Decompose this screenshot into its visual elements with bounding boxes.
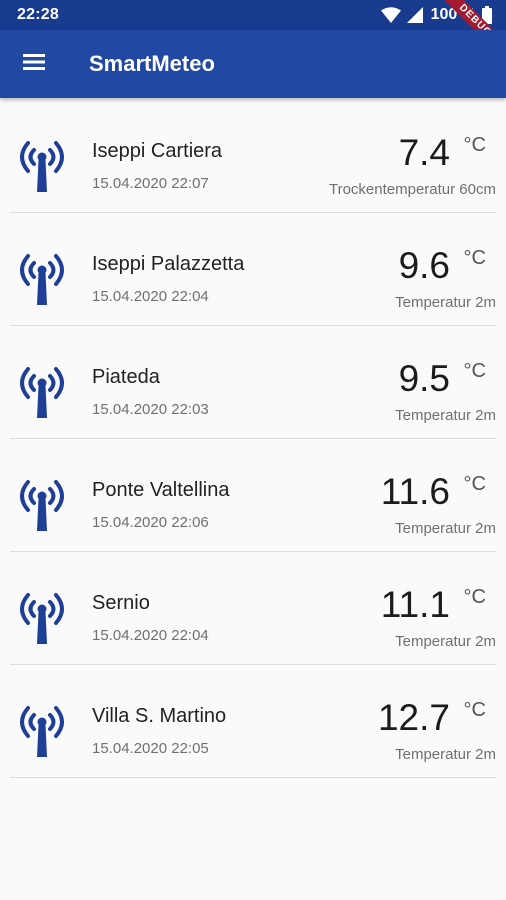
station-sensor: Temperatur 2m	[395, 746, 496, 763]
station-name: Villa S. Martino	[92, 705, 227, 727]
antenna-icon	[14, 475, 70, 535]
station-date: 15.04.2020 22:06	[92, 514, 209, 531]
wifi-icon	[380, 7, 401, 23]
station-sensor: Trockentemperatur 60cm	[328, 181, 496, 198]
station-name: Iseppi Cartiera	[92, 140, 223, 162]
station-sensor: Temperatur 2m	[395, 407, 496, 424]
station-temperature-unit: °C	[463, 586, 486, 608]
station-row[interactable]: Iseppi Cartiera 15.04.2020 22:07 7.4 °C …	[10, 100, 496, 213]
station-temperature: 9.6	[398, 245, 450, 286]
station-sensor: Temperatur 2m	[395, 294, 496, 311]
status-bar: 22:28 100 % DEBUG	[0, 0, 506, 72]
station-name: Iseppi Palazzetta	[92, 253, 245, 275]
station-temperature-unit: °C	[463, 473, 486, 495]
station-date: 15.04.2020 22:03	[92, 401, 209, 418]
station-date: 15.04.2020 22:04	[92, 288, 209, 305]
station-temperature: 12.7	[377, 697, 450, 738]
station-temperature-unit: °C	[463, 699, 486, 721]
station-list: Iseppi Cartiera 15.04.2020 22:07 7.4 °C …	[0, 100, 506, 778]
station-date: 15.04.2020 22:07	[92, 175, 209, 192]
menu-icon	[22, 52, 46, 77]
station-date: 15.04.2020 22:05	[92, 740, 209, 757]
station-temperature-unit: °C	[463, 360, 486, 382]
station-sensor: Temperatur 2m	[395, 520, 496, 537]
app-bar: SmartMeteo	[0, 30, 506, 98]
antenna-icon	[14, 701, 70, 761]
station-date: 15.04.2020 22:04	[92, 627, 209, 644]
status-time: 22:28	[17, 6, 59, 23]
antenna-icon	[14, 588, 70, 648]
station-name: Sernio	[92, 592, 150, 614]
station-temperature: 7.4	[398, 132, 450, 173]
station-row[interactable]: Piateda 15.04.2020 22:03 9.5 °C Temperat…	[10, 326, 496, 439]
station-row[interactable]: Villa S. Martino 15.04.2020 22:05 12.7 °…	[10, 665, 496, 778]
app-title: SmartMeteo	[89, 51, 215, 76]
station-name: Ponte Valtellina	[92, 479, 230, 501]
station-temperature-unit: °C	[463, 247, 486, 269]
antenna-icon	[14, 249, 70, 309]
station-temperature: 11.6	[380, 471, 450, 512]
station-row[interactable]: Ponte Valtellina 15.04.2020 22:06 11.6 °…	[10, 439, 496, 552]
menu-button[interactable]	[14, 44, 54, 84]
station-temperature-unit: °C	[463, 134, 486, 156]
station-temperature: 9.5	[398, 358, 450, 399]
antenna-icon	[14, 136, 70, 196]
station-row[interactable]: Sernio 15.04.2020 22:04 11.1 °C Temperat…	[10, 552, 496, 665]
station-name: Piateda	[92, 366, 160, 388]
station-sensor: Temperatur 2m	[395, 633, 496, 650]
antenna-icon	[14, 362, 70, 422]
station-temperature: 11.1	[380, 584, 450, 625]
station-row[interactable]: Iseppi Palazzetta 15.04.2020 22:04 9.6 °…	[10, 213, 496, 326]
cellular-signal-icon	[406, 7, 423, 23]
